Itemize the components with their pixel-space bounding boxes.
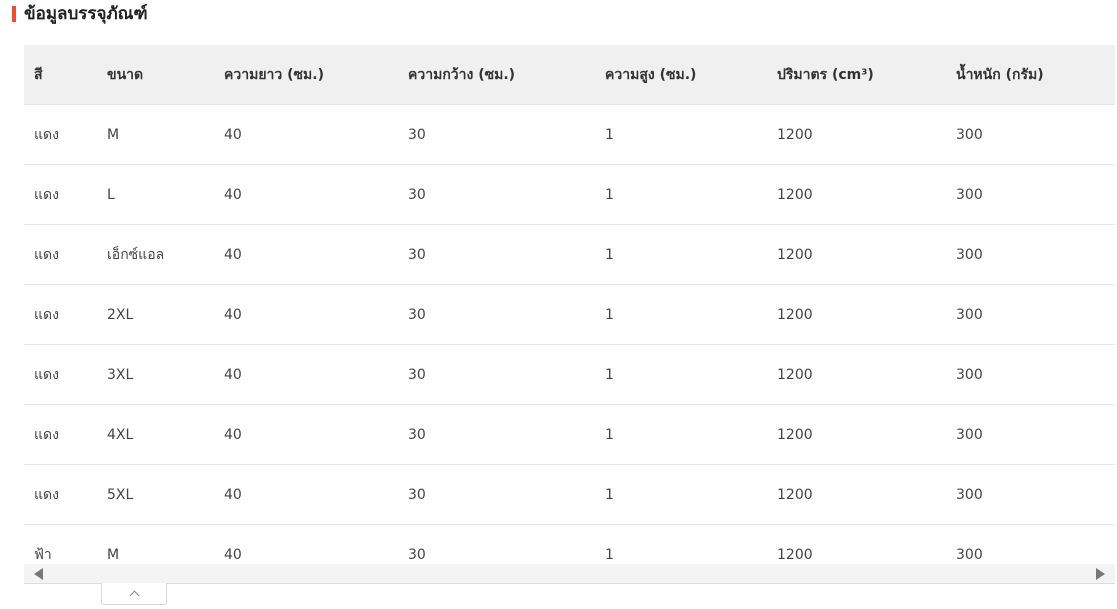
chevron-up-icon	[129, 590, 139, 600]
cell-height: 1	[595, 164, 767, 225]
cell-length: 40	[214, 164, 398, 225]
collapse-button[interactable]	[101, 583, 167, 605]
cell-volume: 1200	[767, 224, 946, 285]
table-row: แดง เอ็กซ์แอล 40 30 1 1200 300	[24, 224, 1115, 285]
cell-length: 40	[214, 104, 398, 165]
cell-volume: 1200	[767, 284, 946, 345]
cell-weight: 300	[946, 464, 1115, 525]
cell-width: 30	[398, 104, 595, 165]
cell-volume: 1200	[767, 344, 946, 405]
cell-weight: 300	[946, 104, 1115, 165]
section-accent-bar	[12, 6, 16, 22]
cell-size: 3XL	[97, 344, 214, 405]
column-header-color: สี	[24, 45, 97, 105]
column-header-weight: น้ำหนัก (กรัม)	[946, 45, 1115, 105]
cell-color: แดง	[24, 344, 97, 405]
caret-right-icon[interactable]	[1096, 568, 1105, 580]
cell-height: 1	[595, 284, 767, 345]
cell-volume: 1200	[767, 104, 946, 165]
table-row: แดง 5XL 40 30 1 1200 300	[24, 464, 1115, 525]
cell-color: แดง	[24, 464, 97, 525]
cell-width: 30	[398, 284, 595, 345]
section-title: ข้อมูลบรรจุภัณฑ์	[24, 4, 148, 24]
cell-size: L	[97, 164, 214, 225]
cell-length: 40	[214, 224, 398, 285]
cell-color: แดง	[24, 404, 97, 465]
table-row: แดง 3XL 40 30 1 1200 300	[24, 344, 1115, 405]
table-row: ฟ้า M 40 30 1 1200 300	[24, 524, 1115, 565]
cell-length: 40	[214, 344, 398, 405]
cell-weight: 300	[946, 524, 1115, 565]
cell-weight: 300	[946, 224, 1115, 285]
packaging-table-viewport[interactable]: สี ขนาด ความยาว (ซม.) ความกว้าง (ซม.) ความสู…	[24, 45, 1115, 565]
cell-length: 40	[214, 464, 398, 525]
cell-color: แดง	[24, 284, 97, 345]
table-row: แดง 4XL 40 30 1 1200 300	[24, 404, 1115, 465]
cell-width: 30	[398, 464, 595, 525]
cell-height: 1	[595, 404, 767, 465]
column-header-height: ความสูง (ซม.)	[595, 45, 767, 105]
cell-width: 30	[398, 224, 595, 285]
cell-height: 1	[595, 464, 767, 525]
cell-size: 4XL	[97, 404, 214, 465]
cell-height: 1	[595, 224, 767, 285]
cell-size: เอ็กซ์แอล	[97, 224, 214, 285]
cell-size: 5XL	[97, 464, 214, 525]
table-header-row: สี ขนาด ความยาว (ซม.) ความกว้าง (ซม.) ความสู…	[24, 45, 1115, 105]
horizontal-scrollbar[interactable]	[24, 564, 1115, 584]
cell-width: 30	[398, 404, 595, 465]
cell-volume: 1200	[767, 164, 946, 225]
table-row: แดง 2XL 40 30 1 1200 300	[24, 284, 1115, 345]
cell-width: 30	[398, 164, 595, 225]
packaging-table: สี ขนาด ความยาว (ซม.) ความกว้าง (ซม.) ความสู…	[24, 45, 1115, 565]
cell-weight: 300	[946, 404, 1115, 465]
cell-length: 40	[214, 284, 398, 345]
caret-left-icon[interactable]	[34, 568, 43, 580]
table-body: แดง M 40 30 1 1200 300 แดง L 40 30 1 1200 300 แดง เอ็กซ…	[24, 104, 1115, 565]
cell-length: 40	[214, 404, 398, 465]
cell-height: 1	[595, 344, 767, 405]
table-row: แดง M 40 30 1 1200 300	[24, 104, 1115, 165]
cell-weight: 300	[946, 284, 1115, 345]
cell-width: 30	[398, 344, 595, 405]
column-header-volume: ปริมาตร (cm³)	[767, 45, 946, 105]
cell-volume: 1200	[767, 404, 946, 465]
cell-volume: 1200	[767, 464, 946, 525]
cell-weight: 300	[946, 164, 1115, 225]
cell-color: แดง	[24, 164, 97, 225]
cell-height: 1	[595, 104, 767, 165]
cell-color: แดง	[24, 224, 97, 285]
table-row: แดง L 40 30 1 1200 300	[24, 164, 1115, 225]
column-header-size: ขนาด	[97, 45, 214, 105]
column-header-width: ความกว้าง (ซม.)	[398, 45, 595, 105]
cell-color: แดง	[24, 104, 97, 165]
cell-color: ฟ้า	[24, 524, 97, 565]
cell-size: M	[97, 524, 214, 565]
cell-size: M	[97, 104, 214, 165]
cell-size: 2XL	[97, 284, 214, 345]
cell-length: 40	[214, 524, 398, 565]
cell-volume: 1200	[767, 524, 946, 565]
cell-width: 30	[398, 524, 595, 565]
cell-weight: 300	[946, 344, 1115, 405]
cell-height: 1	[595, 524, 767, 565]
column-header-length: ความยาว (ซม.)	[214, 45, 398, 105]
section-header: ข้อมูลบรรจุภัณฑ์	[12, 4, 148, 24]
